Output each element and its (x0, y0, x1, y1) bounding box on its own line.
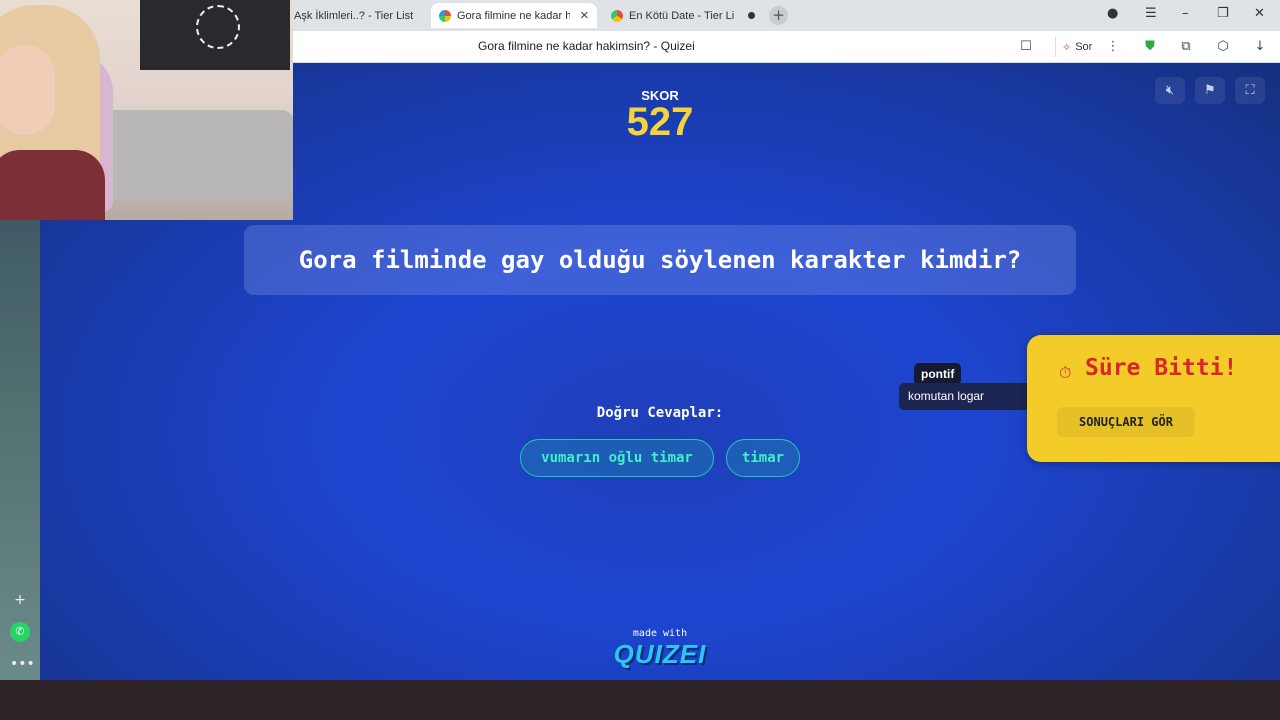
stopwatch-icon: ⏱ (1059, 363, 1072, 382)
tab-gora-quiz[interactable]: Gora filmine ne kadar hakimsin? - Quizei… (431, 3, 597, 28)
close-window-icon[interactable]: ✕ (1254, 6, 1265, 21)
stream-bottom-bar (0, 680, 1280, 720)
question-box: Gora filminde gay olduğu söylenen karakt… (244, 225, 1076, 295)
extensions-icon[interactable]: ⧉ (1177, 38, 1195, 56)
tab-label: En Kötü Date - Tier List (629, 9, 735, 22)
page-title: Gora filmine ne kadar hakimsin? - Quizei (478, 39, 695, 53)
puzzle-icon[interactable]: ⬡ (1214, 38, 1232, 56)
couch (95, 110, 293, 200)
side-panel: + ✆ ••• (0, 220, 40, 680)
answer-pill: timar (726, 439, 800, 477)
answer-pill: vumarın oğlu timar (520, 439, 714, 477)
menu-icon[interactable]: ☰ (1145, 6, 1157, 21)
webcam-overlay (0, 0, 293, 220)
unsaved-dot-icon (748, 12, 755, 19)
time-up-title: Süre Bitti! (1085, 355, 1238, 381)
player-answer: komutan logar (899, 383, 1039, 410)
download-icon[interactable]: ↓ (1251, 38, 1269, 56)
add-icon[interactable]: + (10, 590, 30, 610)
whatsapp-icon[interactable]: ✆ (10, 622, 30, 642)
more-icon[interactable]: ⋮ (1104, 38, 1122, 56)
new-tab-button[interactable]: + (769, 6, 788, 25)
tab-en-kotu-date[interactable]: En Kötü Date - Tier List (603, 3, 763, 28)
flag-icon[interactable]: ⚑ (1195, 77, 1225, 104)
player-tag: pontif (914, 363, 962, 385)
see-results-button[interactable]: SONUÇLARI GÖR (1057, 407, 1195, 437)
sun-moon-art (196, 5, 240, 49)
bookmark-icon[interactable]: ☐ (1017, 38, 1035, 56)
mute-icon[interactable]: 🔇︎ (1155, 77, 1185, 104)
tab-label: Gora filmine ne kadar hakimsin? - Quizei (457, 9, 570, 22)
tab-ask-iklimleri[interactable]: Aşk İklimleri..? - Tier List (286, 3, 426, 28)
shield-icon[interactable]: ⛊ (1141, 38, 1159, 56)
fullscreen-icon[interactable]: ⛶ (1235, 77, 1265, 104)
more-dots-icon[interactable]: ••• (10, 654, 35, 674)
profile-icon[interactable]: ● (1107, 6, 1118, 21)
sparkle-icon: ✧ (1062, 41, 1072, 54)
restore-icon[interactable]: ❐ (1217, 6, 1229, 21)
tierlist-favicon-icon (611, 9, 623, 22)
streamer-face (0, 45, 55, 135)
tab-label: Aşk İklimleri..? - Tier List (294, 9, 414, 22)
made-with-label: made with (632, 628, 688, 639)
streamer-shirt (0, 150, 105, 220)
ask-label: Sor (1075, 41, 1093, 53)
close-tab-icon[interactable]: ✕ (580, 9, 589, 22)
time-up-panel: ⏱ Süre Bitti! SONUÇLARI GÖR (1027, 335, 1280, 462)
quizei-logo[interactable]: QUIZEI (40, 639, 1280, 670)
minimize-icon[interactable]: – (1182, 6, 1189, 21)
quizei-favicon-icon (439, 9, 451, 22)
ask-button[interactable]: ✧ Sor (1055, 37, 1098, 57)
